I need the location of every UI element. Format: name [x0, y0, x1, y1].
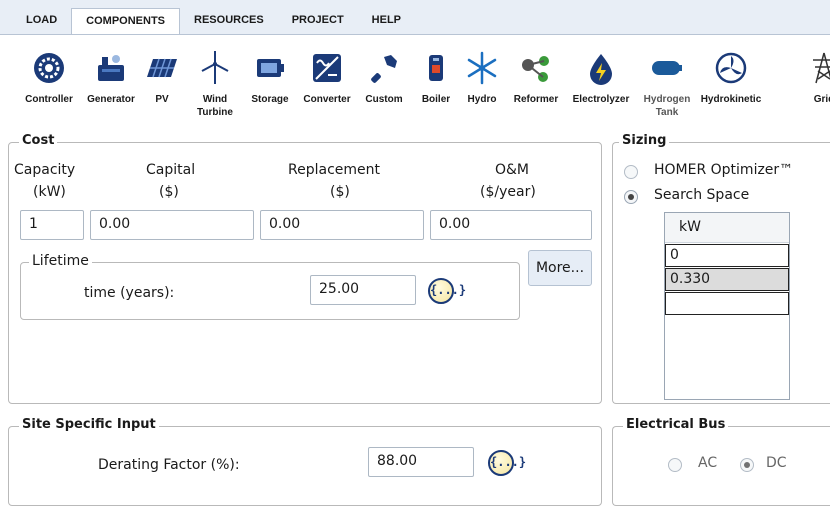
boiler-label: Boiler	[421, 94, 451, 105]
ac-bus-label: AC	[698, 455, 718, 471]
lifetime-label: time (years):	[84, 285, 175, 301]
tab-project[interactable]: PROJECT	[278, 8, 358, 34]
wind-turbine-label: Wind Turbine	[197, 94, 233, 118]
capital-header: Capital	[146, 162, 196, 178]
more-button[interactable]: More...	[528, 250, 592, 286]
hydro-label: Hydro	[467, 94, 497, 105]
tab-load[interactable]: LOAD	[12, 8, 71, 34]
wind-turbine-button[interactable]: Wind Turbine	[190, 35, 240, 127]
ac-bus-radio[interactable]	[668, 458, 682, 472]
boiler-icon	[429, 55, 443, 81]
generator-icon	[98, 55, 124, 81]
dc-bus-radio[interactable]	[740, 458, 754, 472]
grid-header-kw: kW	[665, 213, 789, 243]
custom-button[interactable]: Custom	[360, 35, 408, 127]
electrical-bus-title: Electrical Bus	[623, 417, 729, 432]
grid-label: Grid	[813, 94, 830, 105]
pv-label: PV	[155, 94, 169, 105]
hydrogen-tank-button[interactable]: Hydrogen Tank	[640, 35, 694, 127]
site-specific-title: Site Specific Input	[19, 417, 159, 432]
ribbon: LOAD COMPONENTS RESOURCES PROJECT HELP C…	[0, 0, 830, 126]
om-unit: ($/year)	[480, 184, 536, 200]
reformer-button[interactable]: Reformer	[508, 35, 564, 127]
converter-icon	[313, 54, 341, 82]
grid-button[interactable]: Grid	[804, 35, 830, 127]
converter-label: Converter	[303, 94, 351, 105]
wind-turbine-icon	[201, 51, 229, 84]
hydro-button[interactable]: Hydro	[462, 35, 502, 127]
derating-factor-label: Derating Factor (%):	[98, 457, 240, 473]
controller-button[interactable]: Controller	[18, 35, 80, 127]
grid-cell[interactable]: 0	[665, 244, 789, 267]
reformer-icon	[522, 56, 549, 82]
replacement-unit: ($)	[330, 184, 350, 200]
sizing-title: Sizing	[619, 133, 670, 148]
hydrokinetic-label: Hydrokinetic	[700, 94, 762, 105]
search-space-radio[interactable]	[624, 190, 638, 204]
custom-icon	[371, 55, 397, 83]
storage-button[interactable]: Storage	[245, 35, 295, 127]
component-toolbar: Controller Generator PV Wind Turbine Sto…	[0, 34, 830, 126]
controller-label: Controller	[25, 94, 73, 105]
search-space-label: Search Space	[654, 187, 750, 203]
tab-resources[interactable]: RESOURCES	[180, 8, 278, 34]
replacement-header: Replacement	[288, 162, 380, 178]
storage-battery-icon	[257, 59, 284, 77]
lifetime-field[interactable]: 25.00	[310, 275, 416, 305]
search-space-grid: kW 0 0.330	[664, 212, 790, 400]
storage-label: Storage	[251, 94, 289, 105]
capacity-unit: (kW)	[33, 184, 66, 200]
hydrogen-tank-icon	[652, 61, 682, 75]
derating-sensitivity-button[interactable]: {...}	[488, 450, 526, 476]
dc-bus-label: DC	[766, 455, 787, 471]
grid-cell[interactable]	[665, 292, 789, 315]
custom-label: Custom	[365, 94, 403, 105]
hydrokinetic-button[interactable]: Hydrokinetic	[696, 35, 766, 127]
electrical-bus-panel: Electrical Bus	[612, 417, 830, 506]
hydrokinetic-icon	[715, 52, 747, 84]
hydrogen-tank-label: Hydrogen Tank	[643, 94, 691, 118]
capacity-field[interactable]: 1	[20, 210, 84, 240]
capital-field[interactable]: 0.00	[90, 210, 254, 240]
hydro-icon	[467, 51, 497, 85]
capacity-header: Capacity	[14, 162, 76, 178]
replacement-field[interactable]: 0.00	[260, 210, 424, 240]
pv-panel-icon	[147, 58, 177, 78]
homer-optimizer-radio[interactable]	[624, 165, 638, 179]
grid-tower-icon	[813, 52, 830, 84]
tab-help[interactable]: HELP	[358, 8, 415, 34]
controller-icon	[34, 53, 64, 83]
electrolyzer-icon	[590, 54, 612, 85]
lifetime-title: Lifetime	[29, 253, 92, 269]
om-header: O&M	[495, 162, 530, 178]
pv-button[interactable]: PV	[142, 35, 182, 127]
capital-unit: ($)	[159, 184, 179, 200]
converter-button[interactable]: Converter	[298, 35, 356, 127]
electrolyzer-button[interactable]: Electrolyzer	[568, 35, 634, 127]
menu-tabs: LOAD COMPONENTS RESOURCES PROJECT HELP	[12, 8, 415, 35]
om-field[interactable]: 0.00	[430, 210, 592, 240]
tab-components[interactable]: COMPONENTS	[71, 8, 181, 35]
electrolyzer-label: Electrolyzer	[572, 94, 630, 105]
reformer-label: Reformer	[513, 94, 559, 105]
grid-cell[interactable]: 0.330	[665, 268, 789, 291]
homer-optimizer-label: HOMER Optimizer™	[654, 162, 794, 178]
boiler-button[interactable]: Boiler	[414, 35, 458, 127]
generator-label: Generator	[87, 94, 135, 105]
lifetime-sensitivity-button[interactable]: {...}	[428, 278, 466, 304]
derating-factor-field[interactable]: 88.00	[368, 447, 474, 477]
cost-title: Cost	[19, 133, 58, 148]
generator-button[interactable]: Generator	[82, 35, 140, 127]
